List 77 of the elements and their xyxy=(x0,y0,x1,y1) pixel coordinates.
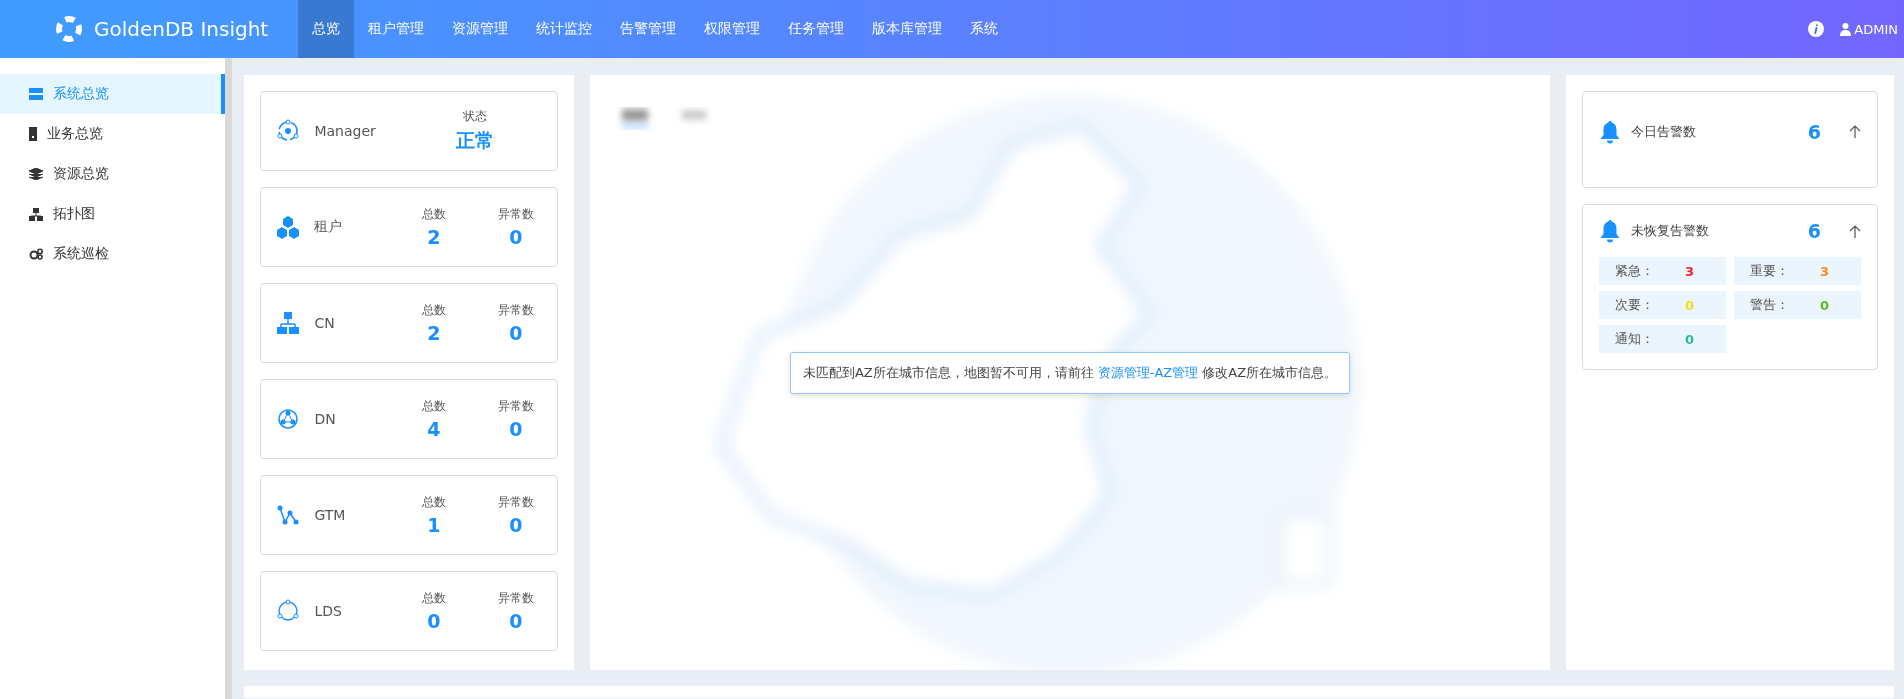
info-icon[interactable] xyxy=(1808,21,1825,37)
network-nodes-icon xyxy=(276,408,299,430)
abnormal-count: 0 xyxy=(509,322,523,344)
total-label: 总数 xyxy=(421,494,446,511)
server-icon xyxy=(29,127,37,141)
nav-tab[interactable]: 版本库管理 xyxy=(858,0,956,58)
abnormal-label: 异常数 xyxy=(497,398,534,415)
user-menu[interactable]: ADMIN xyxy=(1840,21,1898,37)
notice-text: 未匹配到AZ所在城市信息，地图暂不可用，请前往 xyxy=(802,364,1094,380)
total-count: 4 xyxy=(427,418,441,440)
component-name: 租户 xyxy=(314,218,344,236)
total-count: 0 xyxy=(427,610,441,632)
app-logo-text: GoldenDB Insight xyxy=(94,17,269,41)
severity-label: 次要： xyxy=(1615,296,1655,314)
severity-count: 0 xyxy=(1685,331,1695,347)
alarm-count: 6 xyxy=(1807,120,1821,143)
layers-icon xyxy=(29,168,43,180)
abnormal-label: 异常数 xyxy=(497,302,534,319)
total-label: 总数 xyxy=(421,398,446,415)
severity-count: 3 xyxy=(1820,263,1830,279)
hexagons-icon xyxy=(275,215,300,239)
component-name: LDS xyxy=(314,603,343,619)
abnormal-label: 异常数 xyxy=(497,494,534,511)
total-count: 1 xyxy=(427,514,441,536)
component-name: DN xyxy=(314,411,337,427)
severity-count: 0 xyxy=(1820,297,1830,313)
gears-icon xyxy=(29,248,43,260)
severity-count: 3 xyxy=(1685,263,1695,279)
nav-tab[interactable]: 租户管理 xyxy=(354,0,438,58)
alarm-label: 未恢复告警数 xyxy=(1631,222,1710,240)
sidebar-item[interactable]: 拓扑图 xyxy=(0,194,225,234)
arrow-up-icon xyxy=(1849,224,1861,238)
nav-tab[interactable]: 资源管理 xyxy=(438,0,522,58)
abnormal-count: 0 xyxy=(509,610,523,632)
sidebar-item[interactable]: 资源总览 xyxy=(0,154,225,194)
total-label: 总数 xyxy=(421,302,446,319)
alarm-label: 今日告警数 xyxy=(1631,122,1697,141)
nav-tab[interactable]: 权限管理 xyxy=(690,0,774,58)
bell-icon xyxy=(1599,219,1621,243)
abnormal-count: 0 xyxy=(509,226,523,248)
status-value: 正常 xyxy=(455,128,494,153)
component-name: Manager xyxy=(314,123,377,139)
nav-tab[interactable]: 统计监控 xyxy=(522,0,606,58)
total-count: 2 xyxy=(427,322,441,344)
sidebar-item[interactable]: 系统巡检 xyxy=(0,234,225,274)
bell-icon xyxy=(1599,119,1621,144)
component-name: GTM xyxy=(314,507,347,523)
hierarchy-icon xyxy=(275,311,300,335)
severity-label: 重要： xyxy=(1750,262,1790,280)
component-name: CN xyxy=(314,315,336,331)
sidebar-item[interactable]: 业务总览 xyxy=(0,114,225,154)
total-count: 2 xyxy=(427,226,441,248)
total-label: 总数 xyxy=(421,206,446,223)
nav-tab[interactable]: 系统 xyxy=(956,0,1012,58)
sidebar-item[interactable]: 系统总览 xyxy=(0,74,225,114)
total-label: 总数 xyxy=(421,590,446,607)
abnormal-count: 0 xyxy=(509,514,523,536)
severity-label: 警告： xyxy=(1750,296,1790,314)
az-management-link[interactable]: 资源管理-AZ管理 xyxy=(1097,364,1199,380)
nodes-icon xyxy=(276,505,299,525)
alarm-count: 6 xyxy=(1807,220,1821,242)
hierarchy-icon xyxy=(29,207,43,221)
user-icon xyxy=(1840,22,1852,36)
severity-count: 0 xyxy=(1685,297,1695,313)
severity-label: 紧急： xyxy=(1615,262,1655,280)
list-icon xyxy=(29,88,43,100)
nav-tab[interactable]: 任务管理 xyxy=(774,0,858,58)
lifebuoy-logo-icon xyxy=(56,16,82,42)
status-label: 状态 xyxy=(462,108,487,125)
arrow-up-icon xyxy=(1849,125,1861,138)
abnormal-count: 0 xyxy=(509,418,523,440)
nav-tab[interactable]: 告警管理 xyxy=(606,0,690,58)
nav-tab[interactable]: 总览 xyxy=(298,0,354,58)
severity-label: 通知： xyxy=(1615,330,1655,348)
notice-text: 修改AZ所在城市信息。 xyxy=(1202,364,1338,380)
abnormal-label: 异常数 xyxy=(497,206,534,223)
abnormal-label: 异常数 xyxy=(497,590,534,607)
